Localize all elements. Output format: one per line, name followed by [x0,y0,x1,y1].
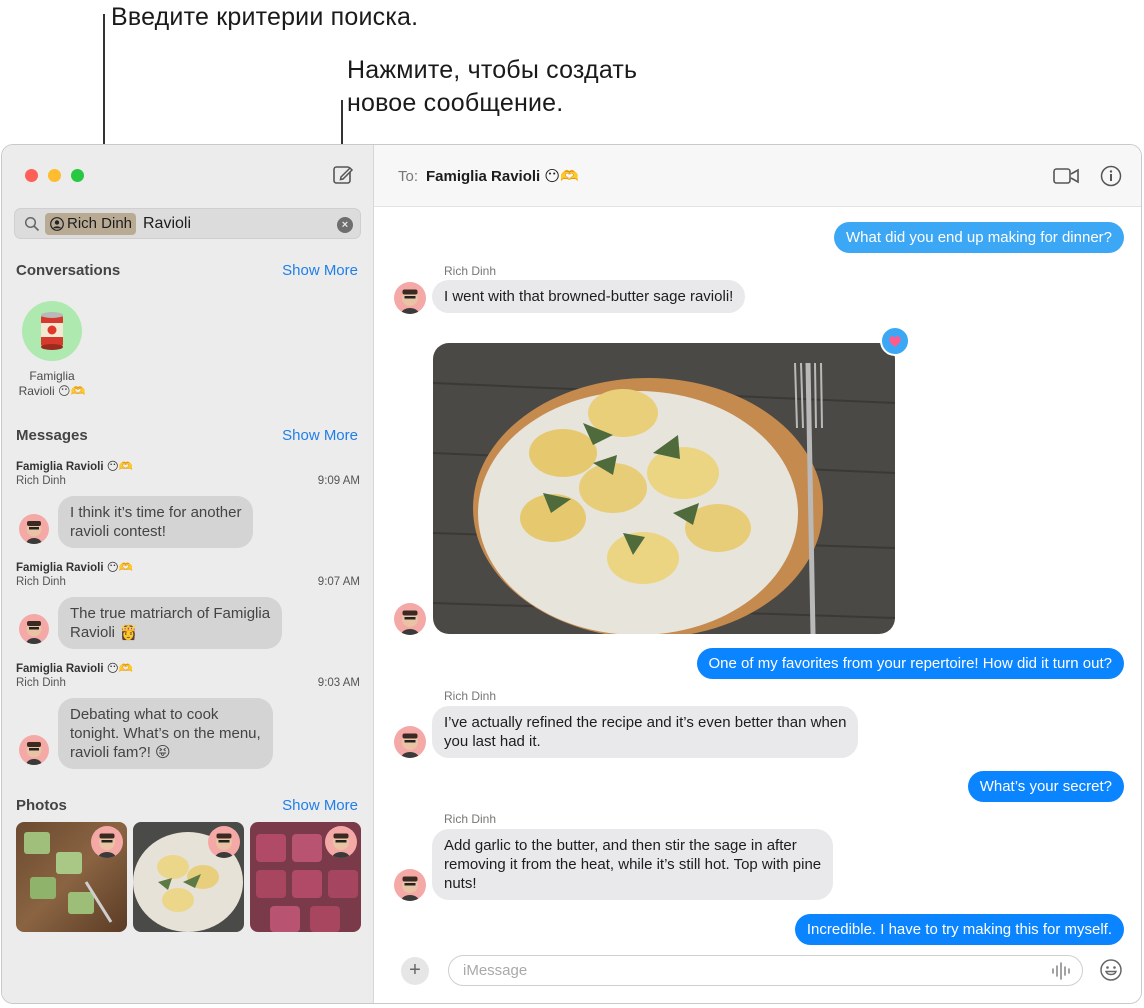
zoom-window-button[interactable] [71,169,84,182]
conversation-header: To: Famiglia Ravioli 😶🫶 [374,145,1141,207]
message-input[interactable]: iMessage [448,955,1083,986]
person-icon [50,217,64,231]
message-bubble-outgoing[interactable]: What did you end up making for dinner? [834,222,1124,253]
photo-message[interactable] [433,343,895,634]
avatar [394,869,426,901]
message-bubble-outgoing[interactable]: Incredible. I have to try making this fo… [794,914,1124,945]
conversations-show-more[interactable]: Show More [282,262,358,279]
message-result[interactable]: Famiglia Ravioli 😶🫶 Rich Dinh 9:03 AM De… [16,662,360,772]
sender-name: Rich Dinh [444,689,497,703]
conversations-heading: Conversations [16,262,121,279]
emoji-icon[interactable] [1099,958,1123,982]
heart-icon [889,336,901,347]
search-term: Ravioli [143,215,192,232]
message-input-placeholder: iMessage [463,962,528,979]
info-icon[interactable] [1100,165,1122,187]
callout-compose-line2: новое сообщение. [347,89,564,117]
search-field[interactable]: Rich Dinh Ravioli × [14,208,361,239]
waveform-icon[interactable] [1050,962,1072,980]
photos-show-more[interactable]: Show More [282,797,358,814]
message-bubble-incoming[interactable]: I went with that browned-butter sage rav… [432,280,746,313]
to-label: To: [398,168,419,185]
message-bubble-incoming[interactable]: Add garlic to the butter, and then stir … [432,829,834,900]
avatar [19,735,49,765]
photo-thumbnail[interactable] [250,822,361,932]
ravioli-photo [433,343,895,634]
plus-icon[interactable]: + [401,957,429,985]
avatar [208,826,240,858]
sender-name: Rich Dinh [444,812,497,826]
clear-icon[interactable]: × [337,217,353,233]
sidebar: Rich Dinh Ravioli × Conversations Show M… [2,145,374,1003]
to-recipient[interactable]: Famiglia Ravioli 😶🫶 [426,167,579,185]
avatar [19,614,49,644]
photo-thumbnail[interactable] [133,822,244,932]
message-bubble-incoming[interactable]: I’ve actually refined the recipe and it’… [432,706,859,758]
minimize-window-button[interactable] [48,169,61,182]
avatar [394,726,426,758]
conversation-pane: To: Famiglia Ravioli 😶🫶 What did you end… [374,145,1141,1003]
compose-icon[interactable] [331,163,355,187]
messages-heading: Messages [16,427,88,444]
tomato-can-icon [41,312,63,350]
callout-compose-line1: Нажмите, чтобы создать [347,56,638,84]
messages-show-more[interactable]: Show More [282,427,358,444]
photos-heading: Photos [16,797,67,814]
avatar [394,603,426,635]
video-icon[interactable] [1053,166,1079,186]
search-token-person[interactable]: Rich Dinh [45,213,137,235]
avatar [19,514,49,544]
message-result[interactable]: Famiglia Ravioli 😶🫶 Rich Dinh 9:07 AM Th… [16,561,360,651]
sender-name: Rich Dinh [444,264,497,278]
callout-search: Введите критерии поиска. [111,3,419,31]
search-icon [24,216,40,232]
message-bubble-outgoing[interactable]: One of my favorites from your repertoire… [696,648,1124,679]
avatar [325,826,357,858]
conversation-name[interactable]: Famiglia Ravioli 😶🫶 [10,369,94,399]
search-token-label: Rich Dinh [67,215,133,232]
avatar [91,826,123,858]
messages-window: Rich Dinh Ravioli × Conversations Show M… [1,144,1142,1004]
avatar [394,282,426,314]
photo-thumbnail[interactable] [16,822,127,932]
message-bubble-outgoing[interactable]: What’s your secret? [967,771,1124,802]
close-window-button[interactable] [25,169,38,182]
message-result[interactable]: Famiglia Ravioli 😶🫶 Rich Dinh 9:09 AM I … [16,460,360,550]
heart-tapback[interactable] [880,326,910,356]
conversation-avatar[interactable] [22,301,82,361]
